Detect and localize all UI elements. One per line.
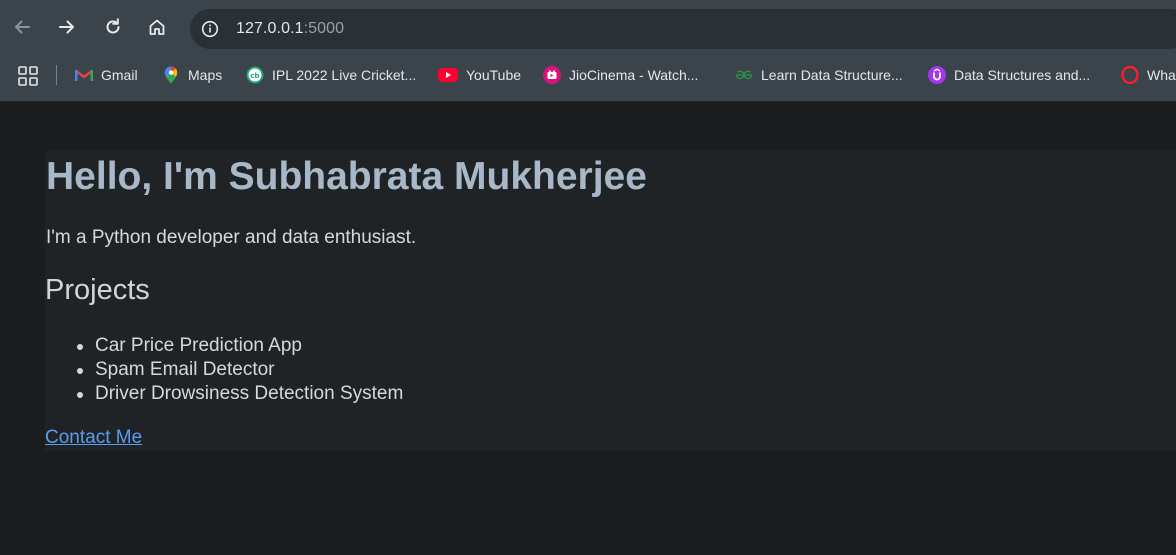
svg-text:cb: cb [250,72,259,80]
bullet-icon [77,368,83,374]
reload-button[interactable] [98,12,128,42]
back-button[interactable] [7,12,37,42]
bookmark-cricbuzz[interactable]: cb IPL 2022 Live Cricket... [246,62,416,88]
bullet-icon [77,344,83,350]
back-arrow-icon [15,20,30,34]
opera-icon [1121,66,1139,84]
browser-chrome: 127.0.0.1:5000 Gmail Maps cb IPL 2022 Li… [0,0,1176,101]
bookmark-jiocinema[interactable]: JioCinema - Watch... [543,62,698,88]
bookmark-maps[interactable]: Maps [162,62,222,88]
maps-icon [162,66,180,84]
bookmark-label: Wha [1147,67,1176,83]
bullet-icon [77,392,83,398]
gmail-icon [75,66,93,84]
bookmark-label: IPL 2022 Live Cricket... [272,67,417,83]
list-item: Spam Email Detector [45,358,403,382]
list-item: Car Price Prediction App [45,334,403,358]
url-host: 127.0.0.1 [236,20,304,37]
project-label: Car Price Prediction App [95,335,302,356]
home-button[interactable] [142,12,172,42]
project-label: Driver Drowsiness Detection System [95,383,404,404]
bookmarks-separator [56,65,57,85]
contact-link[interactable]: Contact Me [45,427,142,449]
bookmark-gmail[interactable]: Gmail [75,62,138,88]
intro-text: I'm a Python developer and data enthusia… [46,227,417,248]
bookmark-label: Data Structures and... [954,67,1091,83]
youtube-icon [438,66,458,84]
site-info-icon[interactable] [200,19,220,39]
bookmark-udemy[interactable]: Data Structures and... [928,62,1090,88]
apps-grid-icon[interactable] [18,66,38,86]
bookmark-youtube[interactable]: YouTube [438,62,521,88]
page-viewport: Hello, I'm Subhabrata Mukherjee I'm a Py… [0,101,1176,555]
bookmark-label: Learn Data Structure... [761,67,903,83]
url-text[interactable]: 127.0.0.1:5000 [236,20,344,38]
forward-button[interactable] [52,12,82,42]
bookmark-opera[interactable]: Wha [1121,62,1176,88]
project-list: Car Price Prediction App Spam Email Dete… [45,334,403,406]
content-card: Hello, I'm Subhabrata Mukherjee I'm a Py… [45,151,1176,451]
bookmarks-bar: Gmail Maps cb IPL 2022 Live Cricket... Y… [0,62,1176,88]
page-title: Hello, I'm Subhabrata Mukherjee [46,155,647,198]
projects-heading: Projects [45,274,150,306]
list-item: Driver Drowsiness Detection System [45,382,403,406]
forward-arrow-icon [59,20,74,34]
address-bar[interactable]: 127.0.0.1:5000 [190,9,1176,49]
reload-icon [106,18,120,34]
bookmark-geeksforgeeks[interactable]: Learn Data Structure... [735,62,903,88]
bookmark-label: JioCinema - Watch... [569,67,699,83]
url-port: :5000 [303,20,345,37]
bookmark-label: YouTube [466,67,522,83]
browser-toolbar: 127.0.0.1:5000 [0,8,1176,50]
project-label: Spam Email Detector [95,359,275,380]
bookmark-label: Gmail [101,67,138,83]
udemy-icon [928,66,946,84]
cricbuzz-icon: cb [246,66,264,84]
jiocinema-icon [543,66,561,84]
geeksforgeeks-icon [735,66,753,84]
bookmark-label: Maps [188,67,223,83]
home-icon [149,19,165,35]
